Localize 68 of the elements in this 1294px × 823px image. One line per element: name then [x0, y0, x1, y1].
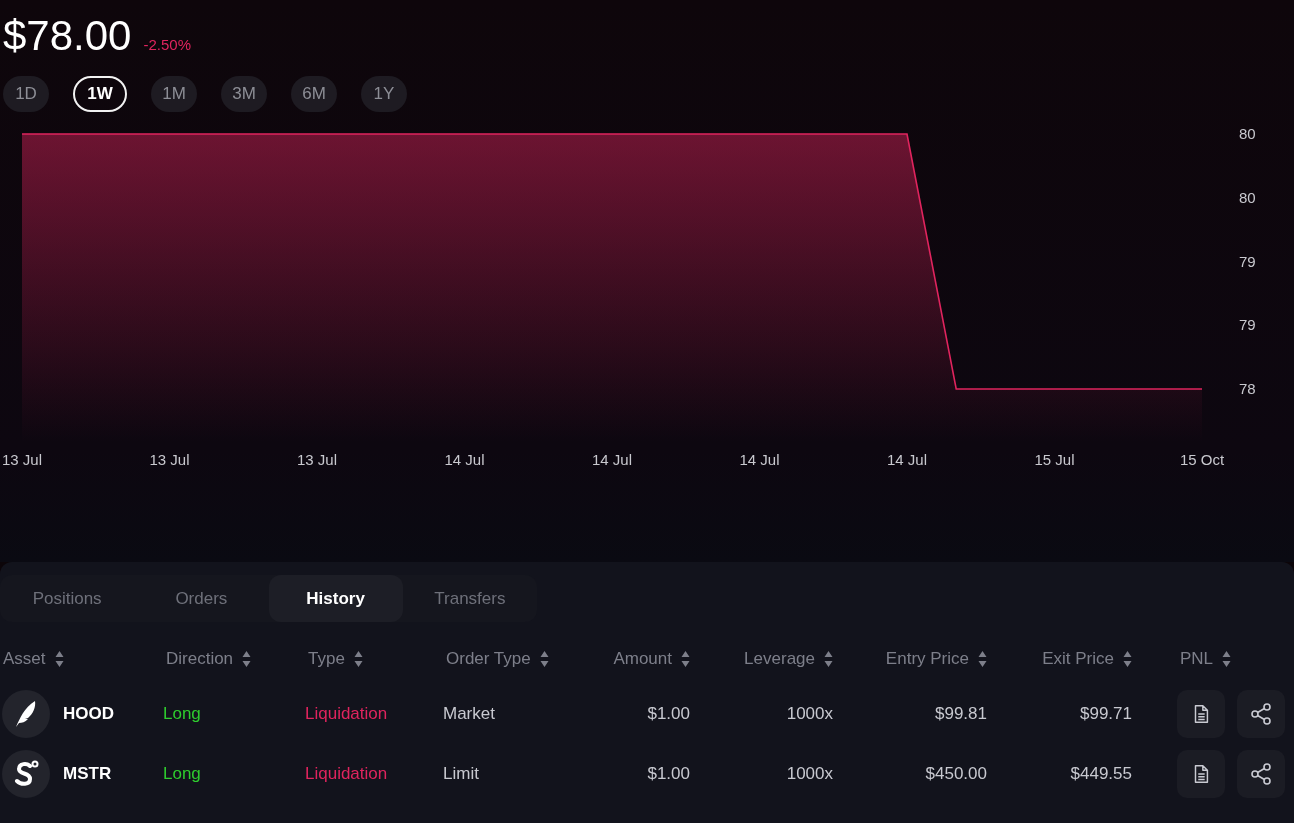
share-button[interactable]	[1237, 750, 1285, 798]
column-header[interactable]: PNL	[1180, 649, 1214, 669]
tab[interactable]: Orders	[134, 575, 269, 622]
details-button[interactable]	[1177, 690, 1225, 738]
timeframe-button[interactable]: 1D	[3, 76, 49, 112]
timeframe-button[interactable]: 1W	[73, 76, 127, 112]
timeframe-button[interactable]: 1Y	[361, 76, 407, 112]
entry-price-cell: $99.81	[935, 704, 987, 723]
column-header[interactable]: Exit Price	[1042, 649, 1114, 669]
column-header[interactable]: Amount	[613, 649, 672, 669]
asset-logo-icon	[2, 690, 50, 738]
x-axis-label: 14 Jul	[739, 451, 780, 468]
price-change: -2.50%	[143, 36, 191, 53]
x-axis-label: 14 Jul	[887, 451, 927, 468]
exit-price-cell: $449.55	[1070, 764, 1132, 783]
details-button[interactable]	[1177, 750, 1225, 798]
type-cell: Liquidation	[305, 764, 388, 783]
timeframe-button[interactable]: 3M	[221, 76, 267, 112]
x-axis-label: 15 Jul	[1034, 451, 1075, 468]
column-header[interactable]: Type	[308, 649, 345, 669]
share-button[interactable]	[1237, 690, 1285, 738]
sort-icon[interactable]	[54, 650, 64, 668]
order-type-cell: Market	[443, 704, 495, 723]
sort-icon[interactable]	[1222, 650, 1232, 668]
sort-icon[interactable]	[681, 650, 690, 668]
x-axis-label: 14 Jul	[444, 451, 485, 468]
y-axis-label: 78	[1239, 380, 1256, 397]
share-icon	[1249, 762, 1273, 786]
y-axis-label: 80	[1239, 125, 1256, 142]
column-header[interactable]: Entry Price	[885, 649, 969, 669]
column-header[interactable]: Direction	[166, 649, 234, 669]
sort-icon[interactable]	[539, 650, 549, 668]
timeframe-button[interactable]: 6M	[291, 76, 337, 112]
sort-icon[interactable]	[824, 650, 833, 668]
amount-cell: $1.00	[647, 704, 690, 723]
entry-price-cell: $450.00	[925, 764, 987, 783]
x-axis-label: 13 Jul	[297, 451, 337, 468]
share-icon	[1249, 702, 1273, 726]
leverage-cell: 1000x	[786, 764, 833, 783]
sort-icon[interactable]	[242, 650, 252, 668]
asset-logo-icon	[2, 750, 50, 798]
type-cell: Liquidation	[305, 704, 388, 723]
exit-price-cell: $99.71	[1080, 704, 1132, 723]
price-value: $78.00	[3, 12, 132, 60]
timeframe-button[interactable]: 1M	[151, 76, 197, 112]
sort-icon[interactable]	[353, 650, 363, 668]
x-axis-label: 14 Jul	[592, 451, 632, 468]
tab[interactable]: Transfers	[402, 575, 537, 622]
column-header[interactable]: Leverage	[744, 649, 815, 669]
asset-name: MSTR	[63, 764, 112, 784]
x-axis-label: 13 Jul	[2, 451, 42, 468]
order-type-cell: Limit	[443, 764, 479, 783]
y-axis-label: 79	[1239, 252, 1256, 270]
x-axis-label: 13 Jul	[149, 451, 190, 468]
tab[interactable]: History	[268, 575, 403, 622]
direction-cell: Long	[163, 704, 201, 723]
y-axis-label: 79	[1239, 316, 1256, 334]
sort-icon[interactable]	[978, 650, 987, 668]
column-header[interactable]: Order Type	[446, 649, 531, 669]
leverage-cell: 1000x	[786, 704, 833, 723]
direction-cell: Long	[163, 764, 201, 783]
x-axis-label: 15 Oct	[1179, 451, 1225, 468]
tab[interactable]: Positions	[0, 575, 135, 622]
y-axis-label: 80	[1239, 188, 1256, 206]
column-header[interactable]: Asset	[3, 649, 46, 669]
sort-icon[interactable]	[1123, 650, 1132, 668]
amount-cell: $1.00	[647, 764, 690, 783]
asset-name: HOOD	[63, 704, 114, 724]
